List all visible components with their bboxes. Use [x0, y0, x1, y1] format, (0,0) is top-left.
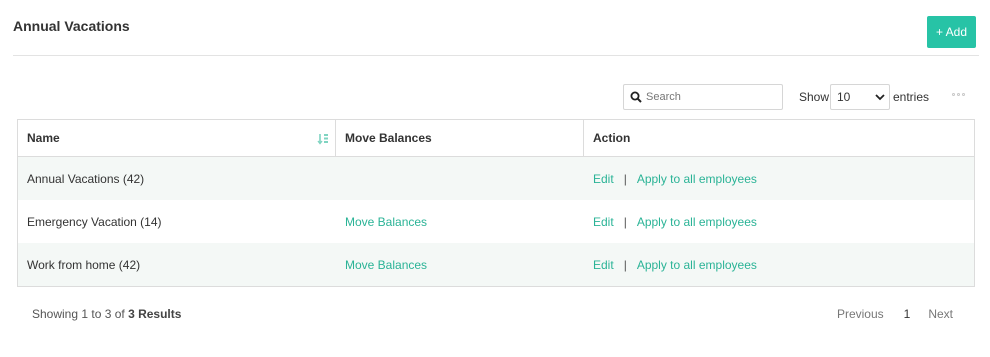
column-header-action: Action [584, 120, 974, 156]
table-row: Work from home (42) Move Balances Edit |… [18, 243, 974, 286]
pagination-previous[interactable]: Previous [837, 307, 884, 321]
results-prefix: Showing 1 to 3 of [32, 307, 129, 321]
row-move-cell: Move Balances [336, 243, 584, 286]
action-separator: | [623, 214, 627, 229]
row-name: Emergency Vacation (14) [27, 214, 162, 229]
entries-select[interactable]: 10 [830, 84, 890, 110]
column-header-label: Name [27, 131, 60, 145]
apply-all-link[interactable]: Apply to all employees [637, 215, 757, 229]
table-row: Emergency Vacation (14) Move Balances Ed… [18, 200, 974, 243]
entries-label: entries [893, 90, 930, 104]
edit-link[interactable]: Edit [593, 215, 614, 229]
edit-link[interactable]: Edit [593, 172, 614, 186]
results-summary: Showing 1 to 3 of 3 Results [32, 307, 181, 321]
entries-select-value: 10 [837, 90, 851, 104]
row-action-cell: Edit | Apply to all employees [584, 200, 974, 243]
more-icon[interactable] [952, 93, 965, 96]
search-icon [630, 91, 642, 103]
search-box[interactable] [623, 84, 783, 110]
pagination: Previous 1 Next [837, 307, 953, 321]
search-input[interactable] [646, 91, 776, 103]
show-label: Show [799, 90, 830, 104]
move-balances-link[interactable]: Move Balances [345, 258, 427, 272]
pagination-page-1[interactable]: 1 [904, 307, 911, 321]
row-move-cell [336, 157, 584, 200]
sort-icon[interactable] [317, 133, 329, 148]
column-header-move: Move Balances [336, 120, 584, 156]
column-header-name[interactable]: Name [18, 120, 336, 156]
action-separator: | [623, 257, 627, 272]
row-name: Work from home (42) [27, 257, 141, 272]
results-count: 3 Results [128, 307, 182, 321]
pagination-next[interactable]: Next [928, 307, 953, 321]
table-header: Name Move Balances Action [18, 120, 974, 157]
row-move-cell: Move Balances [336, 200, 584, 243]
action-separator: | [623, 171, 627, 186]
row-action-cell: Edit | Apply to all employees [584, 243, 974, 286]
row-name: Annual Vacations (42) [27, 171, 145, 186]
apply-all-link[interactable]: Apply to all employees [637, 172, 757, 186]
page-title: Annual Vacations [13, 18, 130, 34]
add-button[interactable]: + Add [927, 16, 976, 48]
apply-all-link[interactable]: Apply to all employees [637, 258, 757, 272]
move-balances-link[interactable]: Move Balances [345, 215, 427, 229]
edit-link[interactable]: Edit [593, 258, 614, 272]
column-header-label: Action [593, 131, 631, 145]
table-row: Annual Vacations (42) Edit | Apply to al… [18, 157, 974, 200]
column-header-label: Move Balances [345, 131, 432, 145]
vacations-table: Name Move Balances Action Annual Vacatio… [17, 119, 975, 287]
row-action-cell: Edit | Apply to all employees [584, 157, 974, 200]
page-header: Annual Vacations + Add [13, 0, 979, 56]
chevron-down-icon [875, 90, 885, 104]
